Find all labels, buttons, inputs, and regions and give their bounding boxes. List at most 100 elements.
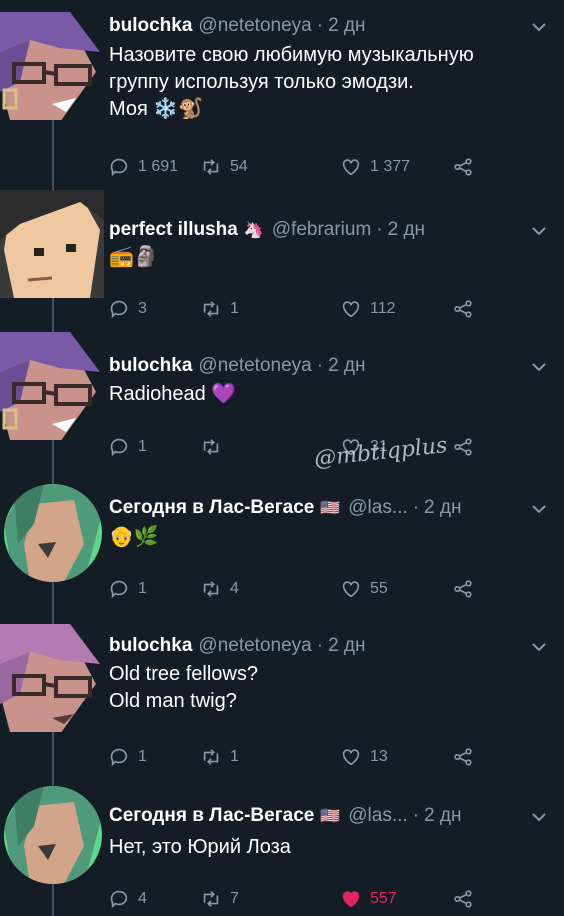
reply-icon (110, 158, 128, 177)
tweet-text-line: группу используя только эмодзи. (109, 71, 414, 93)
avatar[interactable] (0, 332, 104, 440)
tweet-actions: 4 7 557 (108, 888, 548, 912)
share-icon (454, 158, 472, 176)
tweet-actions: 1 4 55 (108, 578, 548, 602)
tweet-text-line: Назовите свою любимую музыкальную (109, 44, 474, 66)
retweet-icon (203, 891, 219, 907)
retweet-count: 54 (230, 158, 248, 175)
author-handle[interactable]: @febrarium (272, 218, 372, 242)
caret-down-icon[interactable] (530, 222, 548, 240)
reply-button[interactable]: 3 (108, 298, 147, 320)
avatar[interactable] (0, 12, 104, 120)
tweet-actions: 1 1 13 (108, 746, 548, 770)
reply-button[interactable]: 1 (108, 578, 147, 600)
timestamp[interactable]: 2 дн (388, 218, 425, 242)
author-name[interactable]: bulochka (109, 354, 192, 378)
timestamp[interactable]: 2 дн (328, 14, 365, 38)
caret-down-icon[interactable] (530, 18, 548, 36)
caret-down-icon[interactable] (530, 500, 548, 518)
avatar[interactable] (0, 190, 104, 298)
retweet-count: 4 (230, 580, 239, 597)
timestamp[interactable]: 2 дн (424, 496, 461, 520)
share-icon (454, 580, 472, 598)
reply-icon (110, 890, 128, 909)
author-name[interactable]: Сегодня в Лас-Вегасе (109, 496, 314, 520)
caret-down-icon[interactable] (530, 358, 548, 376)
author-name[interactable]: Сегодня в Лас-Вегасе (109, 804, 314, 828)
share-button[interactable] (452, 888, 482, 910)
like-count: 1 377 (370, 158, 411, 175)
like-icon (342, 891, 360, 908)
like-button[interactable]: 112 (340, 298, 396, 320)
reply-icon (110, 300, 128, 319)
reply-button[interactable]: 1 (108, 746, 147, 768)
caret-down-icon[interactable] (530, 638, 548, 656)
timestamp[interactable]: 2 дн (328, 354, 365, 378)
like-count: 13 (370, 748, 388, 765)
separator: · (412, 805, 420, 826)
like-button[interactable]: 13 (340, 746, 388, 768)
author-handle[interactable]: @netetoneya (198, 634, 311, 658)
author-name[interactable]: bulochka (109, 14, 192, 38)
tweet-text: Нет, это Юрий Лоза (109, 834, 544, 861)
share-icon (454, 890, 472, 908)
tweet-text-line: Old man twig? (109, 690, 237, 712)
like-button[interactable]: 55 (340, 578, 388, 600)
retweet-count: 1 (230, 300, 239, 317)
retweet-icon (203, 749, 219, 765)
like-icon (342, 749, 360, 766)
retweet-button[interactable]: 54 (200, 156, 248, 178)
tweet-text: Old tree fellows? Old man twig? (109, 661, 544, 715)
share-icon (454, 300, 472, 318)
like-count: 112 (370, 300, 396, 317)
caret-down-icon[interactable] (530, 808, 548, 826)
retweet-icon (203, 439, 219, 455)
share-button[interactable] (452, 436, 482, 458)
timestamp[interactable]: 2 дн (424, 804, 461, 828)
retweet-icon (203, 159, 219, 175)
avatar[interactable] (4, 786, 102, 884)
retweet-icon (203, 301, 219, 317)
like-icon (342, 581, 360, 598)
retweet-button[interactable]: 4 (200, 578, 239, 600)
flag-emoji: 🇺🇸 (320, 808, 341, 825)
share-icon (454, 438, 472, 456)
retweet-count: 1 (230, 748, 239, 765)
retweet-button[interactable]: 1 (200, 298, 239, 320)
reply-count: 1 691 (138, 158, 179, 175)
avatar[interactable] (4, 484, 102, 582)
retweet-button[interactable] (200, 436, 230, 458)
separator: · (412, 497, 420, 518)
avatar[interactable] (0, 624, 104, 732)
author-handle[interactable]: @las... (348, 496, 407, 520)
separator: · (316, 635, 324, 656)
reply-count: 1 (138, 438, 147, 455)
tweet-text: 👴🌿 (109, 526, 159, 548)
share-button[interactable] (452, 156, 482, 178)
author-handle[interactable]: @netetoneya (198, 354, 311, 378)
tweet-text: 📻🗿 (109, 246, 159, 268)
retweet-button[interactable]: 1 (200, 746, 239, 768)
like-button[interactable]: 557 (340, 888, 397, 910)
reply-button[interactable]: 4 (108, 888, 147, 910)
author-name[interactable]: perfect illusha (109, 218, 238, 242)
retweet-button[interactable]: 7 (200, 888, 239, 910)
author-handle[interactable]: @las... (348, 804, 407, 828)
share-button[interactable] (452, 298, 482, 320)
unicorn-emoji: 🦄 (243, 222, 264, 239)
tweet-text-line: Old tree fellows? (109, 663, 258, 685)
timestamp[interactable]: 2 дн (328, 634, 365, 658)
share-button[interactable] (452, 578, 482, 600)
share-button[interactable] (452, 746, 482, 768)
author-handle[interactable]: @netetoneya (198, 14, 311, 38)
retweet-icon (203, 581, 219, 597)
author-name[interactable]: bulochka (109, 634, 192, 658)
reply-count: 1 (138, 580, 147, 597)
like-button[interactable]: 1 377 (340, 156, 410, 178)
separator: · (316, 15, 324, 36)
reply-icon (110, 748, 128, 767)
like-count: 55 (370, 580, 388, 597)
reply-button[interactable]: 1 691 (108, 156, 178, 178)
reply-button[interactable]: 1 (108, 436, 147, 458)
tweet-text-line: Radiohead 💜 (109, 383, 237, 405)
